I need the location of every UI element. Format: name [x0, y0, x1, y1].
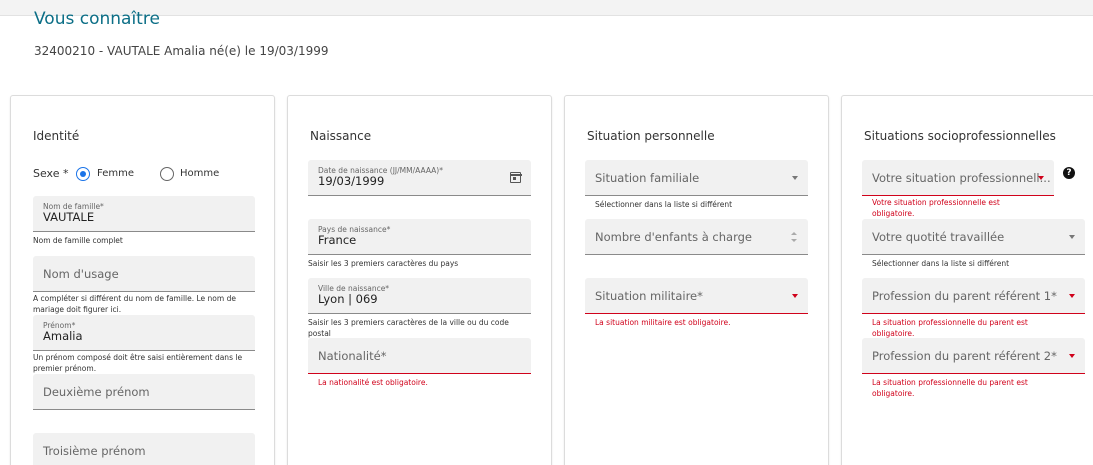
deuxieme-prenom-field[interactable]: Deuxième prénom: [33, 374, 255, 410]
prenom-hint: Un prénom composé doit être saisi entièr…: [33, 353, 243, 373]
student-info: 32400210 - VAUTALE Amalia né(e) le 19/03…: [34, 44, 329, 58]
chevron-down-icon: [1069, 293, 1075, 298]
nom-usage-hint: A compléter si différent du nom de famil…: [33, 294, 236, 314]
card-identite: Identité Sexe * Femme Homme Nom de famil…: [10, 95, 275, 465]
nom-usage-field[interactable]: Nom d'usage: [33, 256, 255, 292]
prenom-value: Amalia: [43, 329, 83, 343]
radio-homme-label[interactable]: Homme: [180, 168, 219, 179]
deuxieme-prenom-placeholder: Deuxième prénom: [43, 384, 150, 399]
card-naissance: Naissance Date de naissance (JJ/MM/AAAA)…: [287, 95, 552, 465]
nom-famille-field[interactable]: Nom de famille* VAUTALE: [33, 196, 255, 232]
situation-militaire-placeholder: Situation militaire*: [595, 288, 703, 303]
quotite-hint: Sélectionner dans la liste si différent: [872, 259, 1010, 268]
enfants-charge-placeholder: Nombre d'enfants à charge: [595, 229, 752, 244]
card-title-identite: Identité: [33, 129, 80, 143]
nom-famille-value: VAUTALE: [43, 210, 95, 224]
situation-pro-placeholder: Votre situation professionnell...: [872, 170, 1051, 185]
number-spinner-icon[interactable]: [790, 231, 798, 242]
pays-naissance-hint: Saisir les 3 premiers caractères du pays: [308, 259, 459, 268]
parent1-select[interactable]: Profession du parent référent 1*: [862, 278, 1085, 314]
sexe-radio-group: Sexe * Femme Homme: [33, 166, 263, 182]
ville-naissance-value: Lyon | 069: [318, 292, 378, 306]
situation-militaire-error: La situation militaire est obligatoire.: [595, 318, 731, 327]
troisieme-prenom-placeholder: Troisième prénom: [43, 443, 146, 458]
pays-naissance-field[interactable]: Pays de naissance* France: [308, 219, 531, 255]
chevron-down-icon: [792, 175, 798, 180]
card-situation-personnelle: Situation personnelle Situation familial…: [564, 95, 829, 465]
parent2-select[interactable]: Profession du parent référent 2*: [862, 338, 1085, 374]
calendar-icon[interactable]: [509, 172, 522, 183]
situation-pro-error: Votre situation professionnelle est obli…: [872, 198, 1000, 218]
parent2-placeholder: Profession du parent référent 2*: [872, 348, 1057, 363]
nationalite-error: La nationalité est obligatoire.: [318, 378, 428, 387]
card-title-situation-personnelle: Situation personnelle: [587, 129, 715, 143]
chevron-down-icon: [1069, 234, 1075, 239]
sexe-label: Sexe *: [33, 167, 69, 180]
troisieme-prenom-field[interactable]: Troisième prénom: [33, 433, 255, 465]
situation-familiale-hint: Sélectionner dans la liste si différent: [595, 200, 733, 209]
ville-naissance-hint: Saisir les 3 premiers caractères de la v…: [308, 318, 509, 338]
chevron-down-icon: [1038, 175, 1044, 180]
chevron-down-icon: [792, 293, 798, 298]
parent1-placeholder: Profession du parent référent 1*: [872, 288, 1057, 303]
parent2-error: La situation professionnelle du parent e…: [872, 378, 1028, 398]
date-naissance-value: 19/03/1999: [318, 174, 385, 188]
nationalite-placeholder: Nationalité*: [318, 348, 387, 363]
parent1-error: La situation professionnelle du parent e…: [872, 318, 1028, 338]
nom-famille-hint: Nom de famille complet: [33, 236, 123, 245]
date-naissance-field[interactable]: Date de naissance (JJ/MM/AAAA)* 19/03/19…: [308, 160, 531, 196]
pays-naissance-value: France: [318, 233, 357, 247]
card-socioprofessionnelles: Situations socioprofessionnelles Votre s…: [841, 95, 1093, 465]
situation-pro-select[interactable]: Votre situation professionnell...: [862, 160, 1054, 196]
help-icon[interactable]: ?: [1063, 167, 1075, 179]
enfants-charge-field[interactable]: Nombre d'enfants à charge: [585, 219, 808, 255]
situation-militaire-select[interactable]: Situation militaire*: [585, 278, 808, 314]
top-bar: [0, 0, 1093, 16]
radio-femme-label[interactable]: Femme: [97, 168, 134, 179]
nom-usage-placeholder: Nom d'usage: [43, 266, 119, 281]
radio-homme[interactable]: [160, 167, 174, 181]
quotite-placeholder: Votre quotité travaillée: [872, 229, 1005, 244]
card-title-socioprofessionnelles: Situations socioprofessionnelles: [864, 129, 1056, 143]
situation-familiale-select[interactable]: Situation familiale: [585, 160, 808, 196]
page-title: Vous connaître: [34, 9, 160, 29]
prenom-field[interactable]: Prénom* Amalia: [33, 315, 255, 351]
ville-naissance-field[interactable]: Ville de naissance* Lyon | 069: [308, 278, 531, 314]
chevron-down-icon: [1069, 353, 1075, 358]
nationalite-field[interactable]: Nationalité*: [308, 338, 531, 374]
radio-femme[interactable]: [76, 167, 90, 181]
quotite-select[interactable]: Votre quotité travaillée: [862, 219, 1085, 255]
situation-familiale-placeholder: Situation familiale: [595, 170, 700, 185]
card-title-naissance: Naissance: [310, 129, 372, 143]
